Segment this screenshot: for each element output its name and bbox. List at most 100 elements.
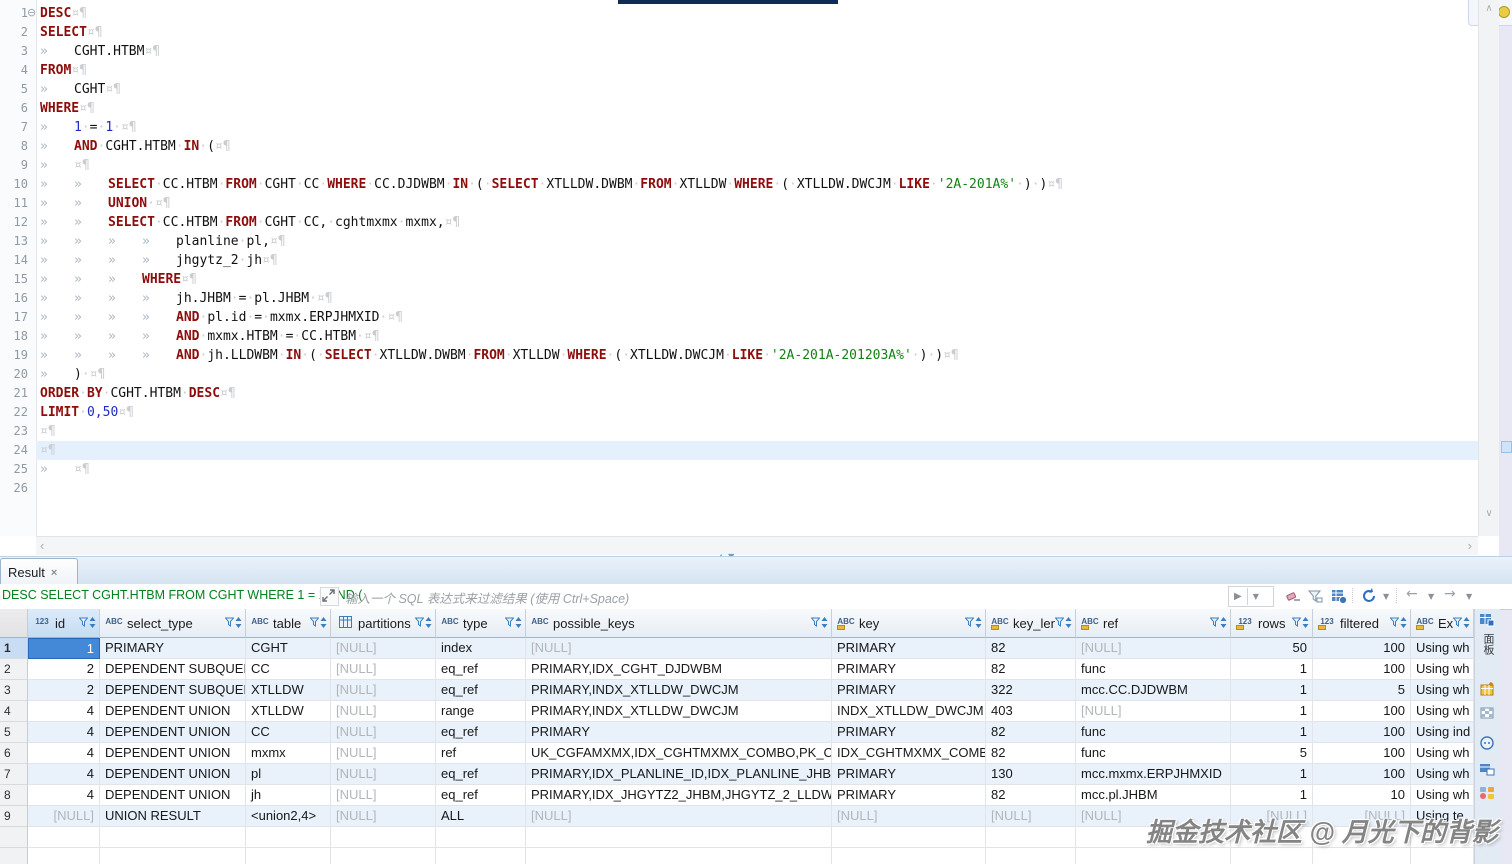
sort-icon[interactable] (515, 616, 522, 631)
sort-icon[interactable] (975, 616, 982, 631)
references-panel-icon[interactable] (1479, 761, 1495, 777)
grid-cell[interactable]: Using wh (1411, 743, 1474, 764)
grid-cell[interactable]: eq_ref (436, 722, 526, 743)
grid-cell[interactable]: [NULL] (331, 722, 436, 743)
grid-cell[interactable]: Using wh (1411, 680, 1474, 701)
row-number[interactable]: 8 (0, 785, 28, 806)
code-line-8[interactable]: 8»AND·CGHT.HTBM·IN·(¤¶ (0, 137, 1478, 156)
row-number[interactable]: 7 (0, 764, 28, 785)
code-line-3[interactable]: 3»CGHT.HTBM¤¶ (0, 42, 1478, 61)
grid-cell[interactable]: PRIMARY,IDX_JHGYTZ2_JHBM,JHGYTZ_2_LLDWBM… (526, 785, 832, 806)
grid-cell[interactable]: PRIMARY (832, 659, 986, 680)
scroll-down-icon[interactable]: ∨ (1479, 508, 1499, 519)
grid-header-id[interactable]: 123id (28, 609, 100, 638)
previous-dropdown-icon[interactable]: ▼ (1428, 592, 1434, 601)
grid-cell[interactable]: 1 (1231, 764, 1313, 785)
grid-cell[interactable]: 322 (986, 680, 1076, 701)
grid-cell[interactable]: eq_ref (436, 764, 526, 785)
grid-cell[interactable]: DEPENDENT UNION (100, 764, 246, 785)
grid-cell[interactable]: 100 (1313, 722, 1411, 743)
grid-cell[interactable]: DEPENDENT UNION (100, 785, 246, 806)
grid-header-Extra[interactable]: ABCExtra (1411, 609, 1474, 638)
row-number[interactable]: 4 (0, 701, 28, 722)
filter-funnel-icon[interactable] (1390, 616, 1399, 631)
grid-cell[interactable]: [NULL] (331, 638, 436, 659)
grid-cell[interactable]: UNION RESULT (100, 806, 246, 827)
grid-cell[interactable]: PRIMARY,INDX_XTLLDW_DWCJM (526, 680, 832, 701)
code-line-18[interactable]: 18»»»»AND·mxmx.HTBM·=·CC.HTBM·¤¶ (0, 327, 1478, 346)
grid-cell[interactable]: CC (246, 659, 331, 680)
grid-cell[interactable]: DEPENDENT SUBQUERY (100, 659, 246, 680)
grid-cell[interactable]: 82 (986, 722, 1076, 743)
grid-cell[interactable]: UK_CGFAMXMX,IDX_CGHTMXMX_COMBO,PK_CGH (526, 743, 832, 764)
grid-cell[interactable]: DEPENDENT UNION (100, 743, 246, 764)
apply-filter-dropdown-icon[interactable]: ▼ (1248, 592, 1264, 601)
grid-cell[interactable]: CGHT (246, 638, 331, 659)
grid-cell[interactable]: [NULL] (526, 806, 832, 827)
code-line-25[interactable]: 25»¤¶ (0, 460, 1478, 479)
grid-cell[interactable]: [NULL] (526, 638, 832, 659)
grid-cell[interactable]: 82 (986, 743, 1076, 764)
row-number[interactable]: 6 (0, 743, 28, 764)
grid-cell[interactable]: PRIMARY (526, 722, 832, 743)
grid-cell[interactable]: func (1076, 722, 1231, 743)
grid-cell[interactable]: 1 (1231, 785, 1313, 806)
grid-cell[interactable]: 10 (1313, 785, 1411, 806)
result-filter-bar[interactable]: DESC SELECT CGHT.HTBM FROM CGHT WHERE 1 … (0, 584, 1512, 610)
aggregate-panel-icon[interactable] (1479, 785, 1495, 801)
grid-cell[interactable]: [NULL] (1076, 638, 1231, 659)
grid-cell[interactable]: 1 (1231, 680, 1313, 701)
code-line-5[interactable]: 5»CGHT¤¶ (0, 80, 1478, 99)
grid-cell[interactable]: [NULL] (331, 764, 436, 785)
grid-cell[interactable]: XTLLDW (246, 701, 331, 722)
grid-cell[interactable]: IDX_CGHTMXMX_COMBO (832, 743, 986, 764)
code-line-13[interactable]: 13»»»»planline·pl,¤¶ (0, 232, 1478, 251)
grid-cell[interactable]: 1 (1231, 701, 1313, 722)
panel-grid-icon[interactable] (1479, 612, 1495, 628)
filter-funnel-icon[interactable] (965, 616, 974, 631)
grid-header-table[interactable]: ABCtable (246, 609, 331, 638)
row-number[interactable]: 3 (0, 680, 28, 701)
row-number[interactable]: 9 (0, 806, 28, 827)
filter-funnel-icon[interactable] (1292, 616, 1301, 631)
code-line-1[interactable]: 1⊖DESC¤¶ (0, 4, 1478, 23)
apply-filter-icon[interactable]: ▶ (1229, 591, 1247, 602)
metadata-panel-icon[interactable] (1479, 705, 1495, 721)
tab-result[interactable]: Result × (0, 558, 78, 586)
code-line-4[interactable]: 4FROM¤¶ (0, 61, 1478, 80)
code-line-19[interactable]: 19»»»»AND·jh.LLDWBM·IN·(·SELECT·XTLLDW.D… (0, 346, 1478, 365)
code-line-20[interactable]: 20»)·¤¶ (0, 365, 1478, 384)
grid-cell[interactable]: Using ind (1411, 722, 1474, 743)
grid-cell[interactable]: mcc.mxmx.ERPJHMXID (1076, 764, 1231, 785)
grid-cell[interactable]: 2 (28, 659, 100, 680)
grid-cell[interactable]: Using wh (1411, 785, 1474, 806)
sort-icon[interactable] (425, 616, 432, 631)
grid-cell[interactable]: func (1076, 659, 1231, 680)
calc-panel-icon[interactable] (1479, 681, 1495, 697)
grid-cell[interactable]: PRIMARY (832, 638, 986, 659)
grid-cell[interactable]: [NULL] (986, 806, 1076, 827)
grid-cell[interactable]: Using wh (1411, 638, 1474, 659)
grid-cell[interactable]: INDX_XTLLDW_DWCJM (832, 701, 986, 722)
grid-cell[interactable]: 1 (1231, 722, 1313, 743)
sort-icon[interactable] (235, 616, 242, 631)
code-line-2[interactable]: 2SELECT¤¶ (0, 23, 1478, 42)
grid-header-filtered[interactable]: 123filtered (1313, 609, 1411, 638)
grid-cell[interactable]: [NULL] (331, 701, 436, 722)
grid-cell[interactable]: PRIMARY (832, 764, 986, 785)
sort-icon[interactable] (320, 616, 327, 631)
grid-cell[interactable]: [NULL] (832, 806, 986, 827)
grid-cell[interactable]: <union2,4> (246, 806, 331, 827)
scroll-left-icon[interactable]: ‹ (40, 538, 44, 553)
grid-header-select_type[interactable]: ABCselect_type (100, 609, 246, 638)
grid-cell[interactable]: ref (436, 743, 526, 764)
filter-funnel-icon[interactable] (1055, 616, 1064, 631)
sort-icon[interactable] (1400, 616, 1407, 631)
close-icon[interactable]: × (51, 567, 57, 579)
scroll-up-icon[interactable]: ∧ (1479, 3, 1499, 14)
grid-cell[interactable]: 100 (1313, 743, 1411, 764)
grid-cell[interactable]: 82 (986, 785, 1076, 806)
editor-vertical-scrollbar[interactable]: ∧ ∨ (1478, 0, 1499, 536)
filter-funnel-icon[interactable] (505, 616, 514, 631)
code-line-14[interactable]: 14»»»»jhgytz_2·jh¤¶ (0, 251, 1478, 270)
